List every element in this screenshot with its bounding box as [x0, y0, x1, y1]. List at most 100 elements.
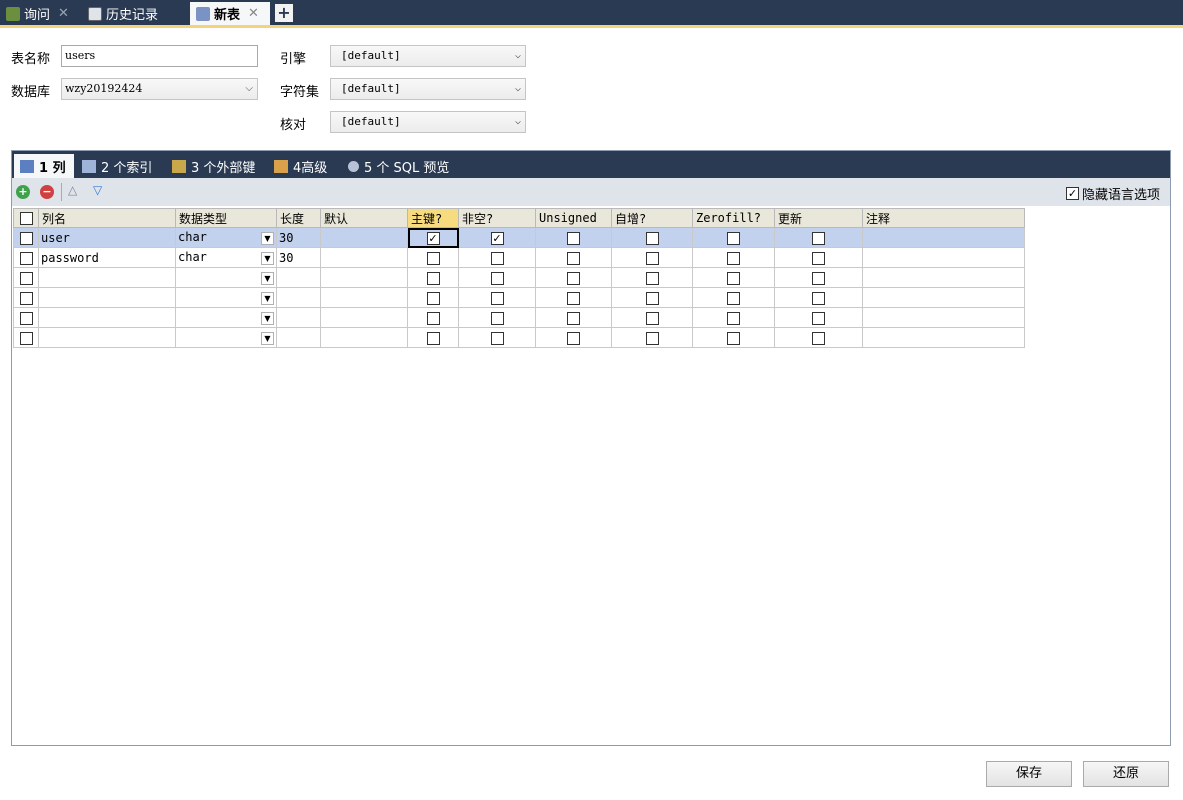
- zerofill-checkbox[interactable]: [727, 331, 740, 345]
- primary-key-cell[interactable]: [407, 267, 459, 288]
- zerofill-checkbox[interactable]: [727, 231, 740, 245]
- dropdown-arrow-icon[interactable]: ▼: [261, 272, 274, 285]
- row-select-cell[interactable]: [13, 327, 39, 348]
- primary-key-checkbox[interactable]: [426, 251, 440, 265]
- dropdown-arrow-icon[interactable]: ▼: [261, 312, 274, 325]
- primary-key-checkbox[interactable]: [426, 271, 440, 285]
- not-null-cell[interactable]: [458, 247, 536, 268]
- comment-cell[interactable]: [862, 247, 1025, 268]
- unsigned-cell[interactable]: [535, 327, 612, 348]
- length-cell[interactable]: 30: [276, 247, 321, 268]
- table-row[interactable]: ▼: [13, 287, 1025, 308]
- auto-increment-cell[interactable]: [611, 307, 693, 328]
- comment-cell[interactable]: [862, 267, 1025, 288]
- not-null-cell[interactable]: [458, 267, 536, 288]
- header-comment[interactable]: 注释: [862, 208, 1025, 228]
- auto-increment-cell[interactable]: [611, 247, 693, 268]
- table-row[interactable]: user ▼ char 30 ✓ ✓: [13, 227, 1025, 248]
- not-null-cell[interactable]: [458, 307, 536, 328]
- collation-select[interactable]: [default] ⌵: [330, 111, 526, 133]
- close-icon[interactable]: ✕: [248, 6, 259, 21]
- on-update-checkbox[interactable]: [812, 231, 825, 245]
- row-checkbox[interactable]: [19, 251, 33, 265]
- header-unsigned[interactable]: Unsigned: [535, 208, 612, 228]
- data-type-cell[interactable]: ▼: [175, 287, 277, 308]
- on-update-checkbox[interactable]: [812, 331, 825, 345]
- auto-increment-cell[interactable]: [611, 267, 693, 288]
- on-update-cell[interactable]: [774, 307, 863, 328]
- length-cell[interactable]: 30: [276, 227, 321, 248]
- header-not-null[interactable]: 非空?: [458, 208, 536, 228]
- data-type-cell[interactable]: ▼ char: [175, 247, 277, 268]
- tab-indexes[interactable]: 2 个索引: [76, 154, 164, 178]
- zerofill-cell[interactable]: [692, 227, 775, 248]
- remove-column-button[interactable]: −: [40, 185, 54, 199]
- zerofill-cell[interactable]: [692, 287, 775, 308]
- on-update-cell[interactable]: [774, 267, 863, 288]
- auto-increment-checkbox[interactable]: [645, 231, 659, 245]
- length-cell[interactable]: [276, 287, 321, 308]
- auto-increment-cell[interactable]: [611, 287, 693, 308]
- dropdown-arrow-icon[interactable]: ▼: [261, 252, 274, 265]
- column-name-cell[interactable]: password: [38, 247, 176, 268]
- on-update-checkbox[interactable]: [812, 271, 825, 285]
- unsigned-cell[interactable]: [535, 267, 612, 288]
- tab-query[interactable]: 询问 ✕: [0, 2, 80, 25]
- comment-cell[interactable]: [862, 227, 1025, 248]
- unsigned-checkbox[interactable]: [567, 231, 580, 245]
- primary-key-cell[interactable]: [407, 327, 459, 348]
- select-all-header[interactable]: [13, 208, 39, 228]
- add-tab-button[interactable]: +: [275, 4, 293, 22]
- zerofill-checkbox[interactable]: [727, 251, 740, 265]
- row-select-cell[interactable]: [13, 247, 39, 268]
- length-cell[interactable]: [276, 307, 321, 328]
- row-select-cell[interactable]: [13, 267, 39, 288]
- zerofill-checkbox[interactable]: [727, 311, 740, 325]
- comment-cell[interactable]: [862, 287, 1025, 308]
- auto-increment-checkbox[interactable]: [645, 291, 659, 305]
- table-name-input[interactable]: users: [61, 45, 258, 67]
- revert-button[interactable]: 还原: [1083, 761, 1169, 787]
- not-null-checkbox[interactable]: [490, 331, 504, 345]
- unsigned-checkbox[interactable]: [567, 271, 580, 285]
- header-column-name[interactable]: 列名: [38, 208, 176, 228]
- comment-cell[interactable]: [862, 307, 1025, 328]
- on-update-checkbox[interactable]: [812, 251, 825, 265]
- row-checkbox[interactable]: [19, 291, 33, 305]
- not-null-cell[interactable]: [458, 327, 536, 348]
- unsigned-cell[interactable]: [535, 227, 612, 248]
- not-null-cell[interactable]: [458, 287, 536, 308]
- dropdown-arrow-icon[interactable]: ▼: [261, 292, 274, 305]
- column-name-cell[interactable]: user: [38, 227, 176, 248]
- primary-key-checkbox[interactable]: [426, 291, 440, 305]
- unsigned-cell[interactable]: [535, 307, 612, 328]
- not-null-checkbox[interactable]: [490, 251, 504, 265]
- default-cell[interactable]: [320, 267, 408, 288]
- hide-language-checkbox[interactable]: ✓: [1065, 187, 1079, 200]
- column-name-cell[interactable]: [38, 287, 176, 308]
- auto-increment-checkbox[interactable]: [645, 271, 659, 285]
- table-row[interactable]: password ▼ char 30: [13, 247, 1025, 268]
- column-name-cell[interactable]: [38, 327, 176, 348]
- not-null-checkbox[interactable]: [490, 271, 504, 285]
- move-up-button[interactable]: △: [68, 183, 77, 197]
- move-down-button[interactable]: ▽: [93, 183, 102, 197]
- tab-advanced[interactable]: 4高级: [268, 154, 340, 178]
- header-on-update[interactable]: 更新: [774, 208, 863, 228]
- length-cell[interactable]: [276, 267, 321, 288]
- auto-increment-cell[interactable]: [611, 327, 693, 348]
- auto-increment-checkbox[interactable]: [645, 331, 659, 345]
- auto-increment-checkbox[interactable]: [645, 251, 659, 265]
- zerofill-cell[interactable]: [692, 267, 775, 288]
- tab-foreign-keys[interactable]: 3 个外部键: [166, 154, 266, 178]
- primary-key-cell[interactable]: [407, 287, 459, 308]
- header-default[interactable]: 默认: [320, 208, 408, 228]
- unsigned-checkbox[interactable]: [567, 291, 580, 305]
- on-update-cell[interactable]: [774, 287, 863, 308]
- tab-columns[interactable]: 1 列: [14, 154, 74, 178]
- zerofill-cell[interactable]: [692, 247, 775, 268]
- header-zerofill[interactable]: Zerofill?: [692, 208, 775, 228]
- charset-select[interactable]: [default] ⌵: [330, 78, 526, 100]
- header-auto-increment[interactable]: 自增?: [611, 208, 693, 228]
- hide-language-option[interactable]: ✓ 隐藏语言选项: [1065, 184, 1160, 203]
